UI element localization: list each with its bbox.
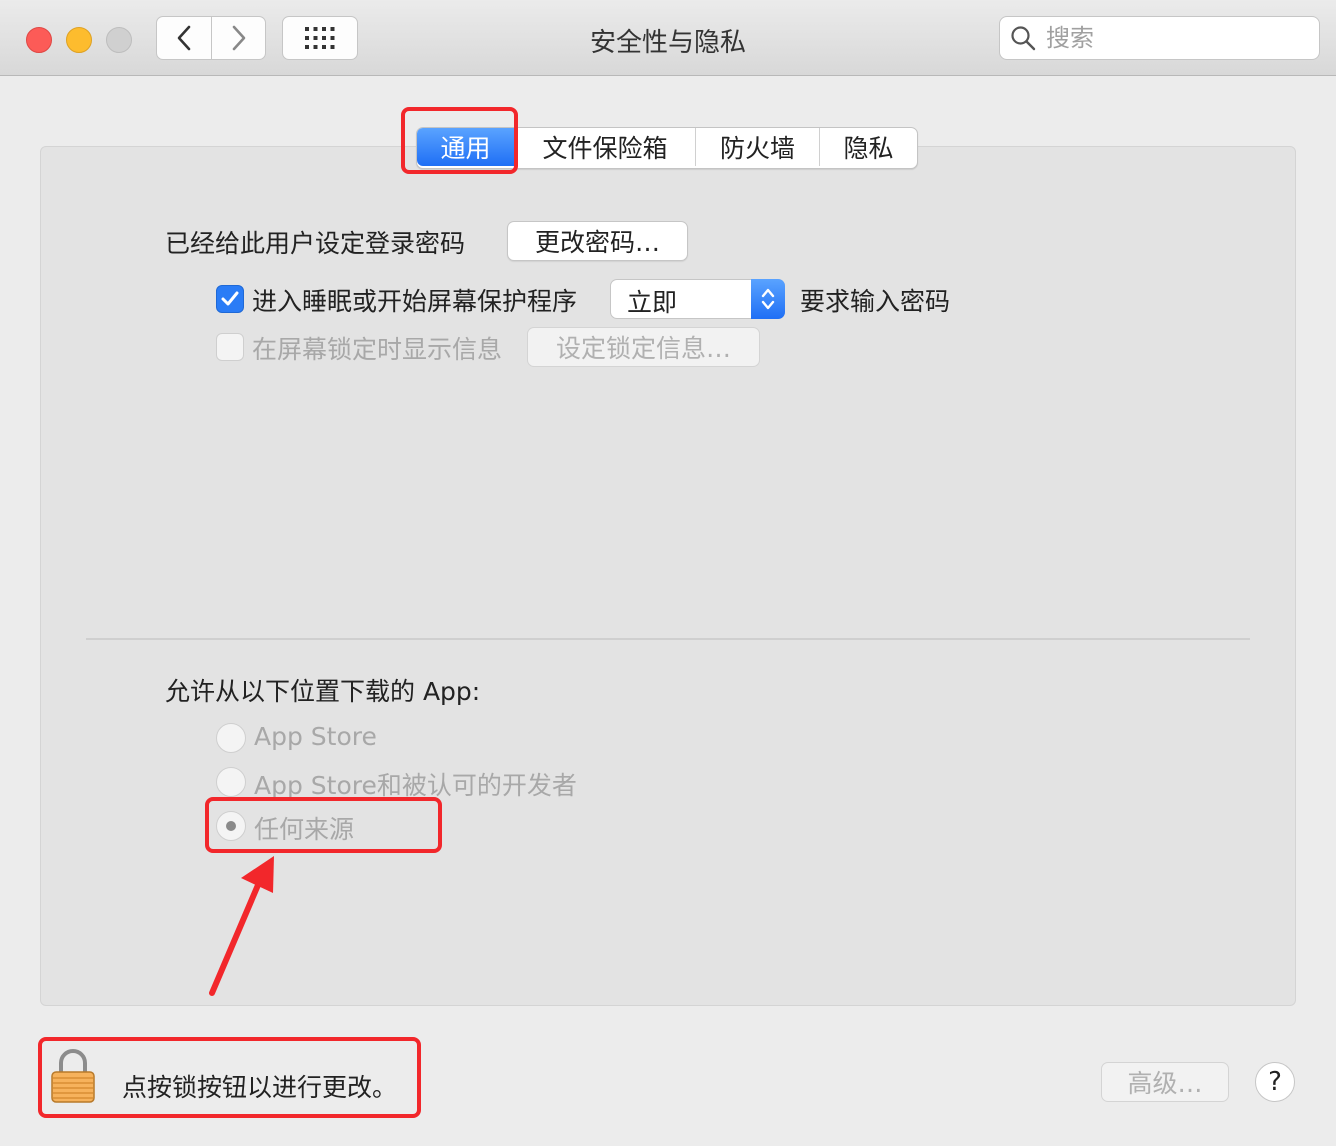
search-field[interactable]: [999, 16, 1320, 60]
title-bar: 安全性与隐私: [0, 0, 1336, 76]
section-divider: [86, 638, 1250, 640]
require-password-delay-select[interactable]: 立即: [610, 279, 785, 319]
lock-message-label: 在屏幕锁定时显示信息: [252, 335, 503, 364]
set-lock-message-button[interactable]: 设定锁定信息…: [527, 327, 760, 367]
highlight-general-tab: [401, 107, 518, 174]
search-icon: [1011, 26, 1036, 51]
tab-filevault[interactable]: 文件保险箱: [514, 128, 695, 166]
highlight-lock-area: [38, 1037, 421, 1118]
highlight-anywhere-option: [205, 797, 442, 853]
change-password-button[interactable]: 更改密码…: [507, 221, 688, 261]
general-panel: [40, 146, 1296, 1006]
checkmark-icon: [221, 291, 239, 306]
radio-app-store-label: App Store: [254, 722, 377, 751]
password-set-label: 已经给此用户设定登录密码: [165, 229, 466, 258]
tab-firewall[interactable]: 防火墙: [695, 128, 819, 166]
select-stepper[interactable]: [751, 279, 785, 319]
require-password-label: 要求输入密码: [800, 287, 951, 316]
search-input[interactable]: [1044, 23, 1298, 53]
chevron-up-down-icon: [761, 288, 775, 310]
help-button[interactable]: ?: [1255, 1062, 1295, 1102]
require-password-delay-value: 立即: [627, 288, 678, 317]
tab-privacy[interactable]: 隐私: [819, 128, 917, 166]
show-lock-message-checkbox[interactable]: [216, 333, 244, 361]
radio-app-store-identified[interactable]: [216, 767, 246, 797]
allow-downloads-heading: 允许从以下位置下载的 App:: [165, 677, 481, 706]
radio-app-store[interactable]: [216, 723, 246, 753]
sleep-require-password-checkbox[interactable]: [216, 285, 244, 313]
advanced-button[interactable]: 高级…: [1101, 1062, 1229, 1102]
sleep-checkbox-label: 进入睡眠或开始屏幕保护程序: [252, 287, 578, 316]
